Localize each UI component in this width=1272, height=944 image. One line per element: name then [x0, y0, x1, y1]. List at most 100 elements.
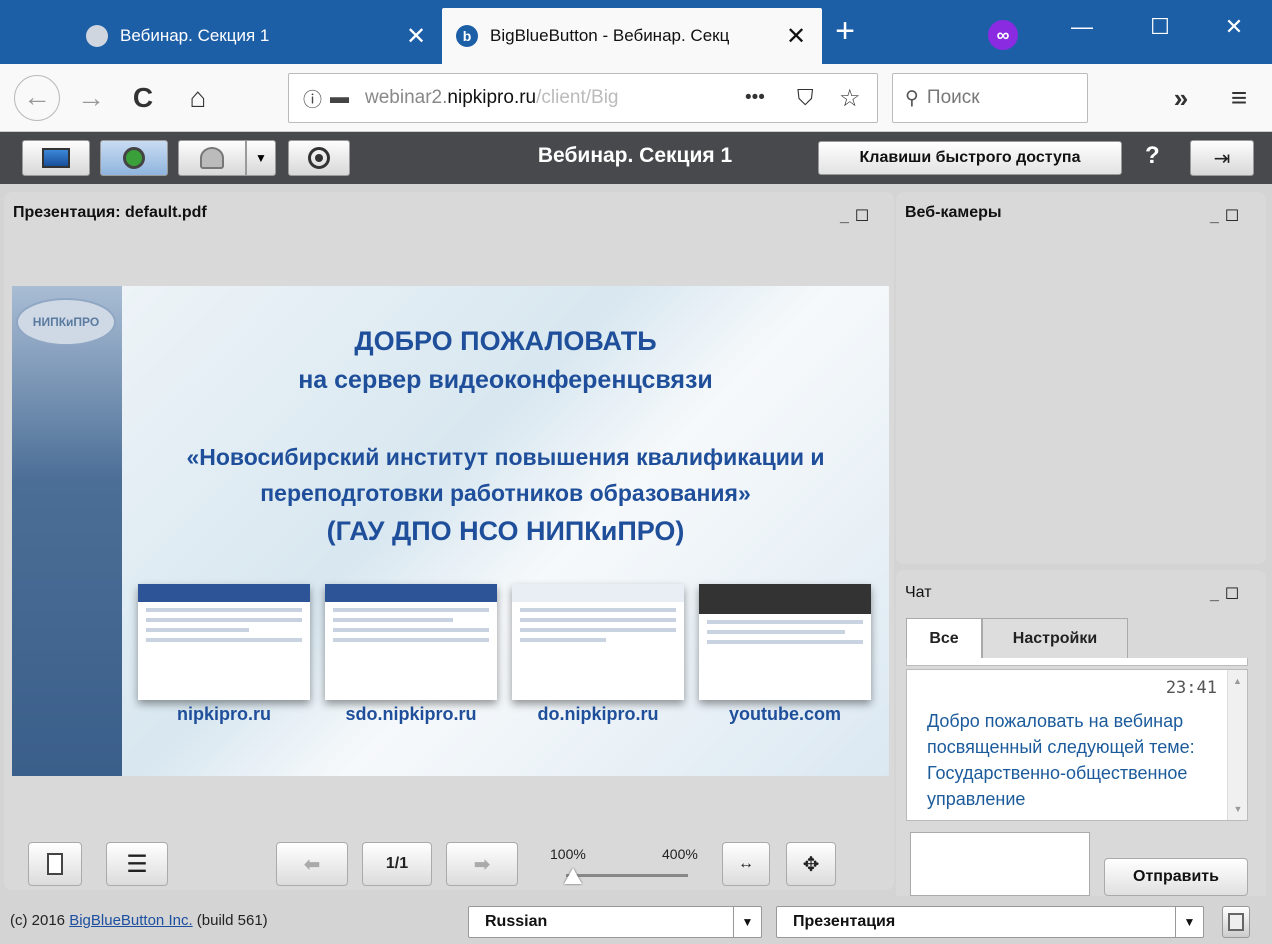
help-button[interactable]: ?	[1145, 142, 1160, 170]
panel-window-controls[interactable]: _☐	[1210, 206, 1245, 226]
tab-title: Вебинар. Секция 1	[120, 26, 270, 45]
home-button[interactable]: ⌂	[180, 78, 216, 118]
reload-button[interactable]: C	[128, 78, 158, 118]
webcams-panel: Веб-камеры _☐	[896, 192, 1266, 564]
shortcut-keys-button[interactable]: Клавиши быстрого доступа	[818, 141, 1122, 175]
chat-tab-underline	[906, 658, 1248, 666]
site-screenshot	[138, 584, 310, 700]
maximize-button[interactable]: ☐	[1140, 14, 1180, 40]
app-toolbar: ▼ Вебинар. Секция 1 Клавиши быстрого дос…	[0, 132, 1272, 184]
scroll-down-icon[interactable]: ▼	[1228, 804, 1247, 814]
back-button[interactable]: ←	[14, 75, 60, 121]
webcam-icon	[200, 147, 224, 169]
poll-icon: ☰	[126, 850, 148, 878]
layout-select[interactable]: Презентация ▼	[776, 906, 1204, 938]
join-audio-button[interactable]	[100, 140, 168, 176]
zoom-max-label: 400%	[662, 846, 698, 862]
zoom-min-label: 100%	[550, 846, 586, 862]
panel-window-controls[interactable]: _☐	[1210, 584, 1245, 604]
tab-favicon-icon	[86, 25, 108, 47]
site-label: youtube.com	[728, 704, 841, 724]
arrow-left-icon: ⬅	[303, 853, 321, 876]
language-value: Russian	[485, 913, 548, 930]
site-label: sdo.nipkipro.ru	[345, 704, 477, 724]
browser-tab-webinar[interactable]: Вебинар. Секция 1 ✕	[72, 8, 442, 64]
chat-messages[interactable]: 23:41 Добро пожаловать на вебинар посвящ…	[906, 669, 1248, 821]
tab-settings[interactable]: Настройки	[982, 618, 1128, 658]
url-host: nipkipro.ru	[447, 87, 537, 108]
apply-layout-button[interactable]	[1222, 906, 1250, 938]
meeting-title: Вебинар. Секция 1	[537, 144, 733, 167]
next-slide-button[interactable]: ➡	[446, 842, 518, 886]
webcam-button[interactable]	[178, 140, 246, 176]
slide-institute-line1: «Новосибирский институт повышения квалиф…	[186, 444, 825, 470]
site-label: nipkipro.ru	[177, 704, 271, 724]
tab-close-icon[interactable]: ✕	[404, 22, 428, 51]
footer: (c) 2016 BigBlueButton Inc. (build 561) …	[0, 896, 1272, 944]
site-screenshot	[325, 584, 497, 700]
share-screen-button[interactable]	[22, 140, 90, 176]
url-bar[interactable]: ⓘ ▬ webinar2. nipkipro.ru/client/Big ••• …	[288, 73, 878, 123]
tab-close-icon[interactable]: ✕	[784, 22, 808, 51]
zoom-slider-thumb[interactable]	[564, 868, 582, 884]
institute-logo: НИПКиПРО	[16, 298, 116, 346]
language-select[interactable]: Russian ▼	[468, 906, 762, 938]
more-actions-icon[interactable]: •••	[745, 87, 765, 109]
slide-institute-line2: переподготовки работников образования»	[260, 480, 751, 506]
message-timestamp: 23:41	[1165, 678, 1217, 698]
poll-button[interactable]: ☰	[106, 842, 168, 886]
upload-presentation-button[interactable]	[28, 842, 82, 886]
url-path: /client/Big	[536, 87, 619, 108]
minimize-button[interactable]: —	[1062, 14, 1102, 40]
browser-navbar: ← → C ⌂ ⓘ ▬ webinar2. nipkipro.ru/client/…	[0, 64, 1272, 132]
url-prefix: webinar2.	[365, 87, 448, 108]
zoom-slider-track	[566, 874, 688, 877]
slide-heading: ДОБРО ПОЖАЛОВАТЬ	[354, 326, 657, 356]
chat-message-input[interactable]	[910, 832, 1090, 896]
private-browsing-icon: ∞	[988, 20, 1018, 50]
fit-page-button[interactable]: ✥	[786, 842, 836, 886]
new-tab-button[interactable]: +	[830, 14, 860, 48]
tab-all[interactable]: Все	[906, 618, 982, 658]
layout-value: Презентация	[793, 913, 896, 930]
forward-button[interactable]: →	[76, 78, 106, 118]
presentation-title: Презентация: default.pdf	[13, 204, 207, 221]
fit-width-button[interactable]: ↔	[722, 842, 770, 886]
slide-institute-abbr: (ГАУ ДПО НСО НИПКиПРО)	[326, 516, 685, 546]
close-window-button[interactable]: ✕	[1214, 14, 1254, 40]
webcams-title: Веб-камеры	[905, 204, 1002, 221]
chat-scrollbar[interactable]: ▲ ▼	[1227, 670, 1247, 820]
copyright-prefix: (c) 2016	[10, 912, 70, 929]
hamburger-menu-button[interactable]: ≡	[1224, 78, 1254, 118]
panel-window-controls[interactable]: _☐	[840, 206, 875, 226]
chevron-down-icon: ▼	[733, 907, 761, 937]
zoom-slider[interactable]	[564, 868, 688, 888]
headset-icon	[123, 147, 145, 169]
overflow-menu-button[interactable]: »	[1166, 78, 1196, 118]
chevron-down-icon: ▼	[1175, 907, 1203, 937]
search-input[interactable]: ⚲ Поиск	[892, 73, 1088, 123]
presentation-slide: НИПКиПРО ДОБРО ПОЖАЛОВАТЬ на сервер виде…	[12, 286, 889, 776]
previous-slide-button[interactable]: ⬅	[276, 842, 348, 886]
site-info-icon[interactable]: ⓘ	[303, 85, 322, 112]
page-icon: ▬	[330, 87, 350, 108]
chevron-down-icon: ▼	[255, 151, 267, 165]
webcam-dropdown-button[interactable]: ▼	[246, 140, 276, 176]
scroll-up-icon[interactable]: ▲	[1228, 676, 1247, 686]
browser-tab-bigbluebutton[interactable]: b BigBlueButton - Вебинар. Секц ✕	[442, 8, 822, 64]
logout-icon: ⇥	[1213, 147, 1231, 170]
record-button[interactable]	[288, 140, 350, 176]
logout-button[interactable]: ⇥	[1190, 140, 1254, 176]
page-number-button[interactable]: 1/1	[362, 842, 432, 886]
pocket-icon[interactable]: ⛉	[797, 85, 814, 111]
bookmark-icon[interactable]: ☆	[839, 84, 861, 113]
monitor-icon	[42, 148, 70, 168]
chat-panel: Чат _☐ Все Настройки 23:41 Добро пожалов…	[896, 570, 1266, 896]
site-label: do.nipkipro.ru	[537, 704, 659, 724]
search-icon: ⚲	[905, 87, 919, 109]
site-screenshot	[512, 584, 684, 700]
bigbluebutton-link[interactable]: BigBlueButton Inc.	[69, 912, 192, 929]
search-placeholder: Поиск	[926, 87, 980, 108]
browser-titlebar: Вебинар. Секция 1 ✕ b BigBlueButton - Ве…	[0, 0, 1272, 64]
send-button[interactable]: Отправить	[1104, 858, 1248, 896]
